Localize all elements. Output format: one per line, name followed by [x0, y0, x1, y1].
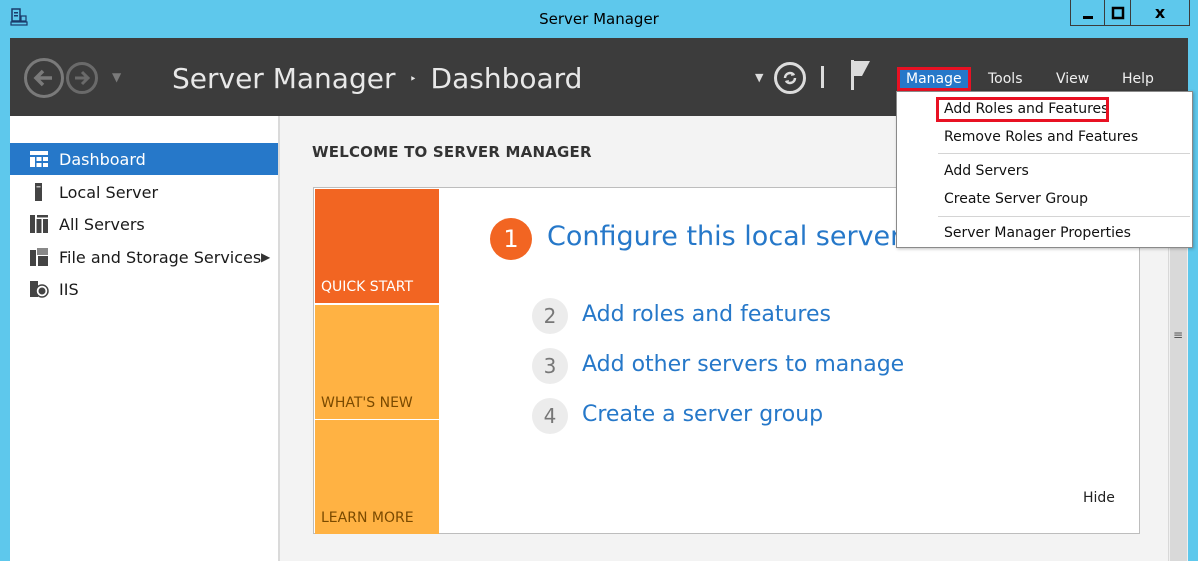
forward-arrow-icon — [75, 70, 91, 86]
highlight-box — [936, 97, 1109, 122]
window-controls: x — [1070, 0, 1190, 26]
breadcrumb: Server Manager ‣ Dashboard — [172, 62, 582, 95]
servers-icon — [30, 215, 48, 233]
sidebar-item-iis[interactable]: IIS — [10, 273, 278, 305]
menu-item-label: Create Server Group — [944, 191, 1088, 207]
close-icon: x — [1154, 3, 1166, 22]
dashboard-icon — [30, 151, 48, 167]
breadcrumb-root[interactable]: Server Manager — [172, 62, 395, 95]
refresh-dropdown-icon[interactable]: ▼ — [755, 71, 763, 84]
scrollbar-thumb[interactable] — [1170, 246, 1187, 561]
sidebar: Dashboard Local Server All Servers File … — [10, 116, 278, 561]
tile-learn-more[interactable]: LEARN MORE — [315, 420, 439, 534]
maximize-icon — [1111, 6, 1124, 19]
menu-item-remove-roles-features[interactable]: Remove Roles and Features — [897, 125, 1192, 149]
menu-item-add-servers[interactable]: Add Servers — [897, 159, 1192, 183]
sidebar-item-file-storage[interactable]: File and Storage Services ▶ — [10, 241, 278, 273]
breadcrumb-separator-icon: ‣ — [409, 71, 417, 86]
minimize-button[interactable] — [1071, 0, 1105, 25]
server-icon — [35, 183, 42, 201]
sidebar-item-dashboard[interactable]: Dashboard — [10, 143, 278, 175]
minimize-icon — [1082, 15, 1093, 19]
storage-icon — [30, 248, 48, 266]
step-number-badge: 1 — [490, 218, 532, 260]
step-link-configure-local-server[interactable]: Configure this local server — [547, 221, 901, 252]
step-link-add-servers[interactable]: Add other servers to manage — [582, 352, 904, 377]
refresh-button[interactable] — [774, 62, 806, 94]
menu-item-label: Server Manager Properties — [944, 225, 1131, 241]
welcome-heading: WELCOME TO SERVER MANAGER — [312, 143, 592, 161]
header-divider — [821, 66, 824, 88]
menu-separator — [938, 153, 1190, 154]
sidebar-item-label: Local Server — [59, 182, 159, 202]
sidebar-item-local-server[interactable]: Local Server — [10, 176, 278, 208]
sidebar-item-all-servers[interactable]: All Servers — [10, 208, 278, 240]
back-button[interactable] — [24, 58, 64, 98]
menu-view[interactable]: View — [1050, 67, 1095, 91]
tile-label: LEARN MORE — [321, 510, 414, 526]
hide-link[interactable]: Hide — [1083, 490, 1115, 506]
step-link-create-group[interactable]: Create a server group — [582, 402, 823, 427]
close-button[interactable]: x — [1131, 0, 1189, 25]
menu-help[interactable]: Help — [1116, 67, 1160, 91]
sidebar-item-label: File and Storage Services — [59, 247, 262, 267]
expand-arrow-icon[interactable]: ▶ — [261, 250, 270, 264]
refresh-icon — [783, 71, 797, 85]
tile-quick-start[interactable]: QUICK START — [315, 189, 439, 303]
menu-separator — [938, 216, 1190, 217]
nav-history-dropdown-icon[interactable]: ▼ — [112, 70, 121, 84]
menu-tools[interactable]: Tools — [982, 67, 1029, 91]
menu-manage[interactable]: Manage — [897, 67, 971, 91]
notifications-flag-icon[interactable] — [848, 58, 874, 92]
menu-item-label: Remove Roles and Features — [944, 129, 1139, 145]
step-number-badge: 4 — [532, 398, 568, 434]
window-title: Server Manager — [539, 10, 659, 28]
forward-button[interactable] — [66, 62, 98, 94]
iis-icon — [30, 281, 49, 298]
tile-label: QUICK START — [321, 279, 413, 295]
step-number-badge: 3 — [532, 348, 568, 384]
menu-item-create-server-group[interactable]: Create Server Group — [897, 187, 1192, 211]
tile-label: WHAT'S NEW — [321, 395, 413, 411]
maximize-button[interactable] — [1105, 0, 1131, 25]
manage-dropdown-menu: Add Roles and Features Remove Roles and … — [896, 91, 1193, 248]
sidebar-item-label: IIS — [59, 279, 79, 299]
scroll-grip-icon: ≡ — [1173, 328, 1184, 342]
sidebar-item-label: All Servers — [59, 214, 145, 234]
tile-whats-new[interactable]: WHAT'S NEW — [315, 305, 439, 419]
title-bar: Server Manager x — [0, 0, 1198, 38]
breadcrumb-current: Dashboard — [430, 62, 583, 95]
step-number-badge: 2 — [532, 298, 568, 334]
step-link-add-roles[interactable]: Add roles and features — [582, 302, 831, 327]
menu-item-server-manager-properties[interactable]: Server Manager Properties — [897, 221, 1192, 245]
menu-item-label: Add Servers — [944, 163, 1029, 179]
back-arrow-icon — [33, 69, 52, 87]
sidebar-item-label: Dashboard — [59, 149, 146, 169]
